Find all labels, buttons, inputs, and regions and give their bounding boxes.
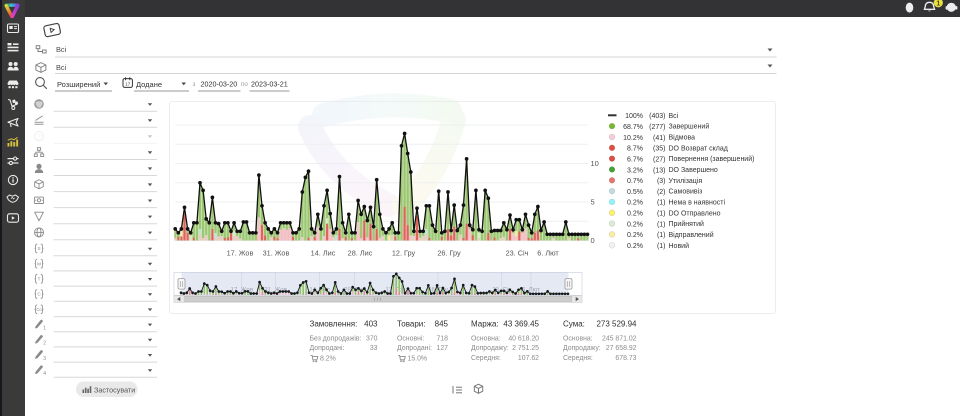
svg-text:Відправлений: Відправлений	[669, 231, 714, 239]
svg-text:6. Лют: 6. Лют	[537, 249, 559, 258]
svg-text:Самовивіз: Самовивіз	[669, 188, 703, 196]
svg-text:3.2%: 3.2%	[627, 167, 643, 174]
svg-text:(1): (1)	[657, 221, 666, 228]
svg-text:10.2%: 10.2%	[623, 135, 643, 142]
svg-text:(13): (13)	[653, 167, 665, 174]
svg-text:26. Гру: 26. Гру	[437, 249, 461, 258]
svg-text:0.2%: 0.2%	[627, 243, 643, 250]
svg-text:28. Лис: 28. Лис	[348, 249, 373, 258]
svg-text:Прийнятий: Прийнятий	[669, 220, 705, 228]
svg-text:0.2%: 0.2%	[627, 200, 643, 207]
svg-text:DO Завершено: DO Завершено	[669, 167, 718, 174]
svg-text:(3): (3)	[657, 178, 666, 185]
svg-text:0.5%: 0.5%	[627, 189, 643, 196]
svg-text:(277): (277)	[649, 124, 665, 131]
svg-text:0.2%: 0.2%	[627, 232, 643, 239]
svg-text:0: 0	[591, 236, 595, 245]
svg-text:31. Жов: 31. Жов	[263, 249, 290, 258]
svg-text:68.7%: 68.7%	[623, 124, 643, 131]
svg-text:(27): (27)	[653, 156, 665, 163]
svg-text:(1): (1)	[657, 232, 666, 239]
svg-text:Новий: Новий	[669, 242, 690, 250]
svg-text:14. Лис: 14. Лис	[311, 249, 336, 258]
svg-text:0.2%: 0.2%	[627, 221, 643, 228]
svg-text:Всі: Всі	[669, 112, 679, 120]
svg-text:5: 5	[591, 198, 595, 207]
svg-text:Нема в наявності: Нема в наявності	[669, 199, 726, 207]
svg-text:12. Гру: 12. Гру	[392, 249, 416, 258]
svg-text:6.7%: 6.7%	[627, 156, 643, 163]
svg-text:(41): (41)	[653, 135, 665, 142]
svg-text:(1): (1)	[657, 200, 666, 207]
svg-text:0.2%: 0.2%	[627, 211, 643, 218]
svg-text:(1): (1)	[657, 211, 666, 218]
svg-text:DO Возврат склад: DO Возврат склад	[669, 145, 728, 152]
svg-text:8.7%: 8.7%	[627, 146, 643, 153]
svg-text:10: 10	[591, 159, 599, 168]
svg-text:Повернення (завершений): Повернення (завершений)	[669, 155, 755, 163]
svg-text:Утилізація: Утилізація	[669, 177, 703, 185]
svg-text:(2): (2)	[657, 189, 666, 196]
svg-text:Завершений: Завершений	[669, 123, 710, 131]
svg-text:DO Отправлено: DO Отправлено	[669, 210, 721, 217]
svg-text:100%: 100%	[625, 113, 643, 120]
svg-text:23. Січ: 23. Січ	[506, 249, 529, 258]
svg-text:0.7%: 0.7%	[627, 178, 643, 185]
svg-text:Відмова: Відмова	[669, 134, 696, 142]
svg-text:17. Жов: 17. Жов	[227, 249, 254, 258]
svg-text:(1): (1)	[657, 243, 666, 250]
svg-text:(35): (35)	[653, 146, 665, 153]
svg-text:(403): (403)	[649, 113, 665, 120]
